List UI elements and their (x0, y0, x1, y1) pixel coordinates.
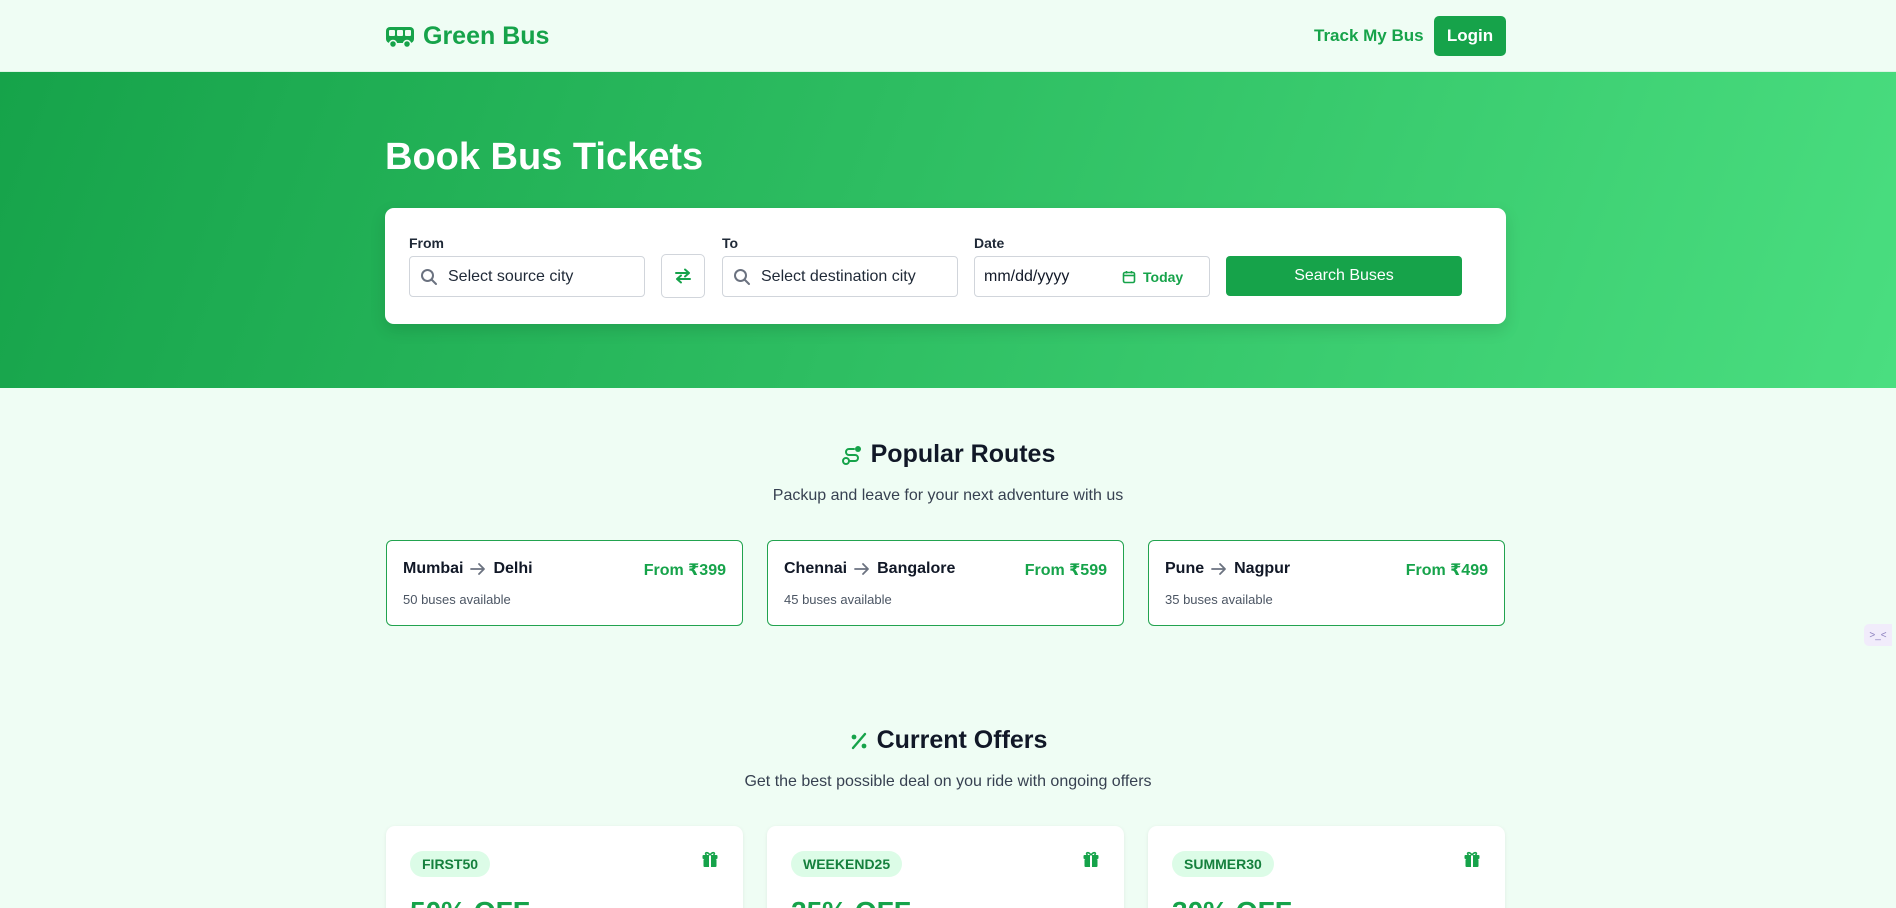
search-form: From Select source city To Select destin… (385, 208, 1506, 324)
date-input[interactable]: mm/dd/yyyy Today (974, 256, 1210, 297)
gift-icon (701, 850, 719, 868)
search-icon (420, 268, 438, 286)
route-price: From ₹399 (643, 562, 726, 579)
offer-card[interactable]: SUMMER30 30% OFF (1148, 826, 1505, 908)
popular-routes-heading: Popular Routes (0, 440, 1896, 469)
today-button[interactable]: Today (1122, 269, 1183, 285)
offer-discount: 30% OFF (1172, 896, 1292, 908)
route-to: Delhi (493, 560, 533, 577)
arrow-right-icon (1211, 562, 1227, 576)
route-bus-count: 35 buses available (1165, 592, 1273, 607)
date-label: Date (974, 235, 1005, 251)
widget-glyph: >_< (1869, 629, 1887, 641)
offer-code-badge: SUMMER30 (1172, 851, 1274, 877)
offer-card[interactable]: WEEKEND25 25% OFF (767, 826, 1124, 908)
current-offers-heading: Current Offers (0, 726, 1896, 755)
gift-icon (1463, 850, 1481, 868)
track-my-bus-link[interactable]: Track My Bus (1314, 26, 1424, 46)
route-cities: Chennai Bangalore (784, 560, 955, 578)
arrow-right-icon (470, 562, 486, 576)
from-placeholder: Select source city (448, 267, 574, 285)
login-button[interactable]: Login (1434, 16, 1506, 56)
offer-card[interactable]: FIRST50 50% OFF (386, 826, 743, 908)
to-input[interactable]: Select destination city (722, 256, 958, 297)
to-placeholder: Select destination city (761, 267, 916, 285)
route-price: From ₹599 (1024, 562, 1107, 579)
route-icon (841, 444, 863, 466)
route-card[interactable]: Pune Nagpur From ₹499 35 buses available (1148, 540, 1505, 626)
to-label: To (722, 235, 739, 251)
gift-icon (1082, 850, 1100, 868)
arrow-right-icon (854, 562, 870, 576)
route-cities: Pune Nagpur (1165, 560, 1290, 578)
popular-routes-title: Popular Routes (870, 440, 1056, 468)
route-bus-count: 45 buses available (784, 592, 892, 607)
floating-widget-tab[interactable]: >_< (1864, 624, 1892, 646)
hero-banner: Book Bus Tickets From Select source city… (0, 72, 1896, 388)
bus-icon (385, 25, 415, 49)
percent-icon (849, 731, 869, 751)
swap-icon (674, 268, 692, 284)
today-label: Today (1143, 268, 1184, 285)
route-price: From ₹499 (1405, 562, 1488, 579)
search-buses-button[interactable]: Search Buses (1226, 256, 1462, 296)
brand-name: Green Bus (423, 22, 550, 50)
popular-routes-subtitle: Packup and leave for your next adventure… (772, 487, 1124, 504)
route-from: Chennai (784, 560, 848, 577)
route-to: Nagpur (1234, 560, 1291, 577)
offer-code-badge: WEEKEND25 (791, 851, 903, 877)
current-offers-subtitle: Get the best possible deal on you ride w… (744, 773, 1152, 790)
swap-cities-button[interactable] (661, 254, 705, 298)
hero-title: Book Bus Tickets (385, 136, 704, 178)
route-from: Pune (1165, 560, 1205, 577)
offer-code-badge: FIRST50 (410, 851, 491, 877)
route-bus-count: 50 buses available (403, 592, 511, 607)
offer-discount: 25% OFF (791, 896, 911, 908)
calendar-icon (1122, 270, 1136, 284)
site-header: Green Bus Track My Bus Login (0, 0, 1896, 72)
offer-discount: 50% OFF (410, 896, 530, 908)
current-offers-title: Current Offers (876, 726, 1048, 754)
route-card[interactable]: Mumbai Delhi From ₹399 50 buses availabl… (386, 540, 743, 626)
route-card[interactable]: Chennai Bangalore From ₹599 45 buses ava… (767, 540, 1124, 626)
date-placeholder: mm/dd/yyyy (984, 267, 1070, 285)
from-label: From (409, 235, 444, 251)
route-from: Mumbai (403, 560, 464, 577)
search-icon (733, 268, 751, 286)
from-input[interactable]: Select source city (409, 256, 645, 297)
route-cities: Mumbai Delhi (403, 560, 533, 578)
brand-logo[interactable]: Green Bus (385, 22, 549, 51)
route-to: Bangalore (877, 560, 956, 577)
